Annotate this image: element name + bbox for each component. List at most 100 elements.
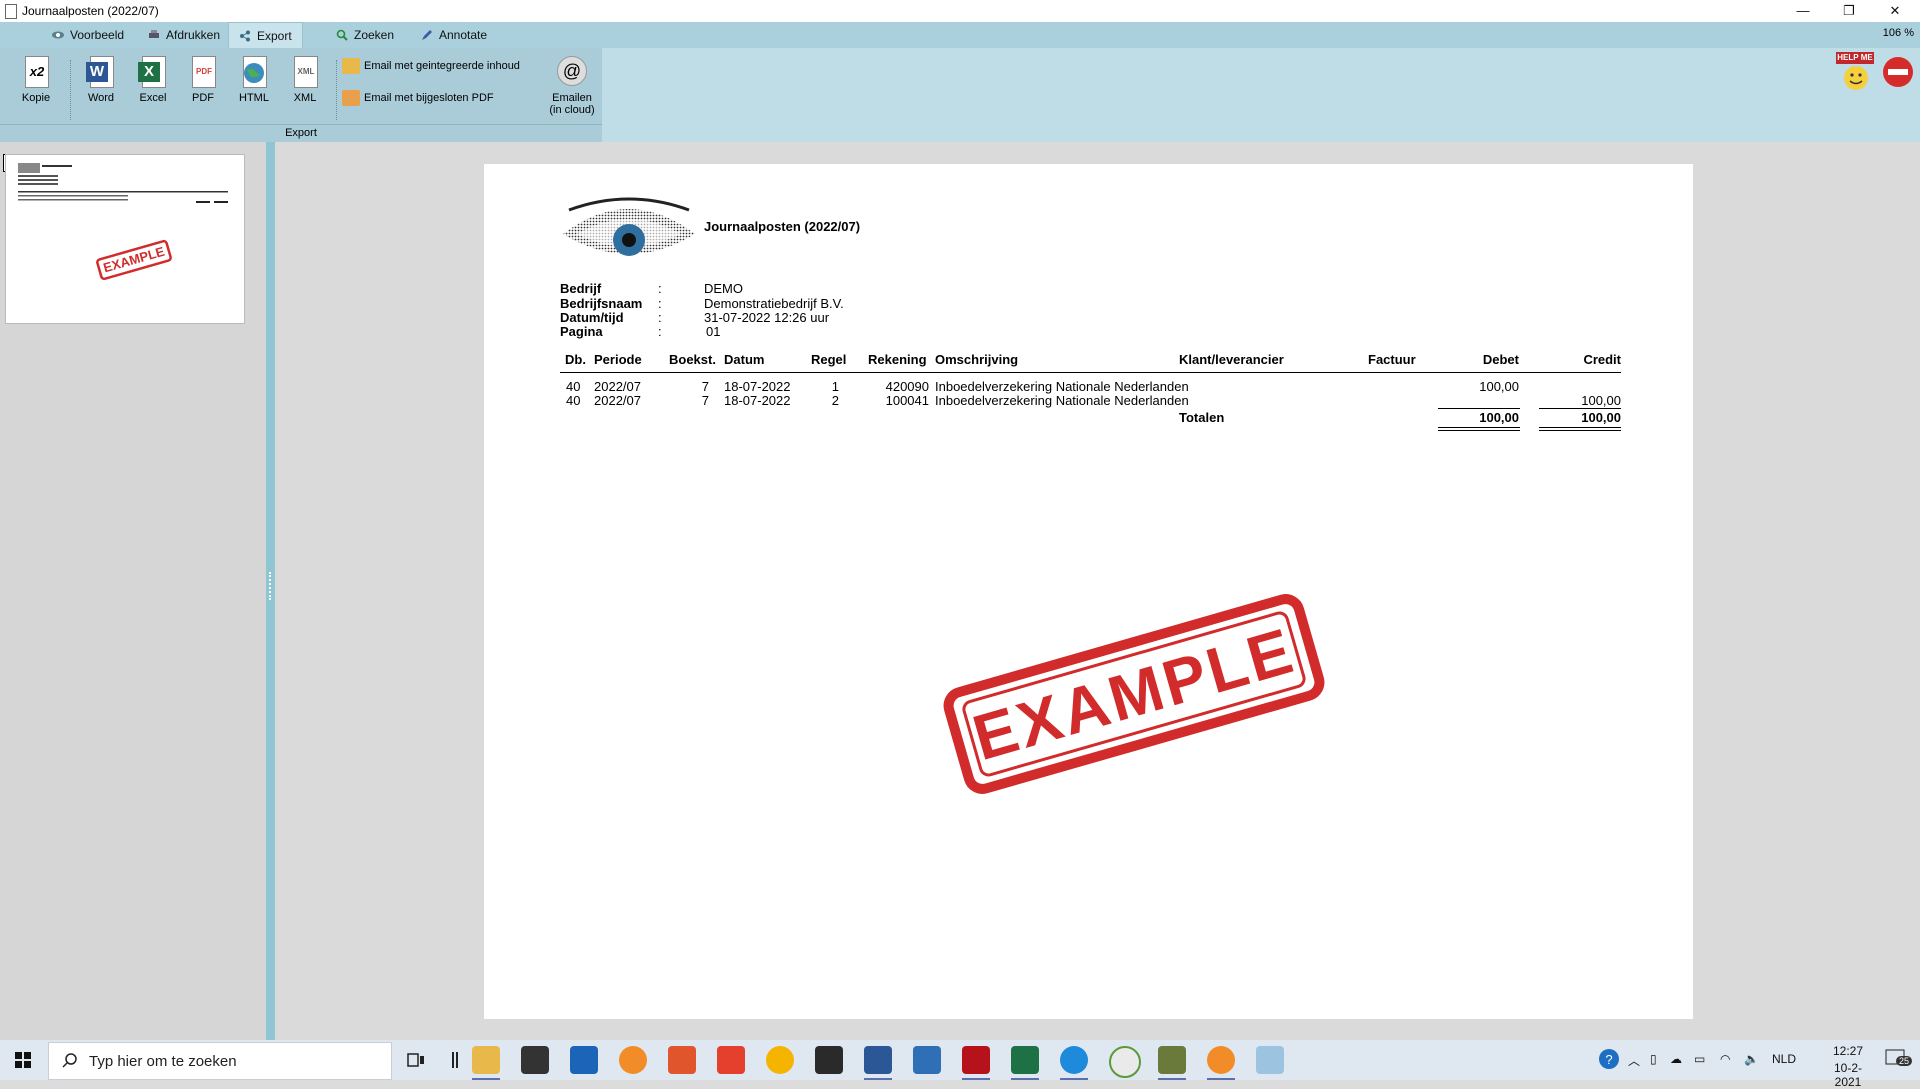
tab-label: Voorbeeld	[70, 28, 125, 42]
app-icon-orange[interactable]	[619, 1046, 647, 1074]
pdf-export-button[interactable]: PDF PDF	[180, 56, 226, 104]
email-pdf-button[interactable]: Email met bijgesloten PDF	[342, 90, 494, 106]
report-page: Journaalposten (2022/07) Bedrijf : DEMO …	[484, 164, 1693, 1019]
document-icon	[5, 4, 17, 19]
app-icon-red[interactable]	[668, 1046, 696, 1074]
total-underline-debet	[1438, 427, 1520, 428]
info-value: 01	[706, 324, 721, 339]
app-icon-code[interactable]	[1109, 1046, 1141, 1078]
word-icon: W	[86, 56, 116, 88]
xml-export-button[interactable]: XML XML	[282, 56, 328, 104]
tab-label: Zoeken	[354, 28, 395, 42]
example-stamp: EXAMPLE	[943, 594, 1325, 794]
widgets-icon[interactable]	[440, 1046, 468, 1074]
total-rule-debet	[1438, 408, 1520, 409]
info-value: 31-07-2022 12:26 uur	[704, 310, 830, 325]
pdf-icon: PDF	[188, 56, 218, 88]
copy-button[interactable]: x2 Kopie	[13, 56, 59, 104]
svg-text:?: ?	[1605, 1052, 1612, 1067]
group-label: Export	[0, 124, 602, 143]
cell-datum: 18-07-2022	[724, 379, 791, 394]
email-cloud-button[interactable]: @ Emailen (in cloud)	[546, 56, 598, 116]
tab-voorbeeld[interactable]: Voorbeeld	[52, 22, 124, 48]
export-group: x2 Kopie W Word X Excel PDF PDF HTML XML…	[0, 48, 602, 142]
total-underline-debet-2	[1438, 430, 1520, 431]
chevron-up-icon[interactable]: ︿	[1628, 1052, 1640, 1069]
separator	[336, 60, 338, 120]
button-label: XML	[293, 92, 317, 104]
button-label: Email met geintegreerde inhoud	[364, 60, 520, 72]
filezilla-icon[interactable]	[962, 1046, 990, 1074]
app-icon-orange-2[interactable]	[1207, 1046, 1235, 1074]
app-icon-light[interactable]	[1256, 1046, 1284, 1074]
language-indicator[interactable]: NLD	[1772, 1052, 1796, 1066]
email-integrated-button[interactable]: Email met geintegreerde inhoud	[342, 58, 520, 74]
html-export-button[interactable]: HTML	[231, 56, 277, 104]
app-icon-blue[interactable]	[913, 1046, 941, 1074]
stop-button[interactable]	[1882, 56, 1920, 96]
info-separator: :	[658, 296, 662, 311]
zoom-level: 106 %	[1882, 27, 1914, 39]
cloud-icon[interactable]: ☁	[1670, 1052, 1682, 1066]
column-header: Klant/leverancier	[1179, 352, 1284, 367]
info-value: Demonstratiebedrijf B.V.	[704, 296, 844, 311]
taskbar-search[interactable]: Typ hier om te zoeken	[48, 1042, 392, 1080]
globe-icon	[239, 56, 269, 88]
stop-icon	[1883, 57, 1913, 87]
cell-db: 40	[566, 393, 581, 408]
clock[interactable]: 12:27 10-2-2021	[1822, 1044, 1874, 1089]
pane-splitter[interactable]	[266, 142, 275, 1040]
excel-export-button[interactable]: X Excel	[130, 56, 176, 104]
report-title: Journaalposten (2022/07)	[704, 219, 861, 234]
word-export-button[interactable]: W Word	[78, 56, 124, 104]
ribbon-panel: x2 Kopie W Word X Excel PDF PDF HTML XML…	[0, 48, 1920, 142]
store-icon[interactable]	[521, 1046, 549, 1074]
cell-credit: 100,00	[1581, 393, 1621, 408]
close-window-button[interactable]: ✕	[1872, 0, 1918, 22]
tab-label: Annotate	[439, 28, 488, 42]
edge-icon[interactable]	[1060, 1046, 1088, 1074]
file-explorer-icon[interactable]	[472, 1046, 500, 1074]
column-header: Boekst.	[669, 352, 716, 367]
tab-afdrukken[interactable]: Afdrukken	[148, 22, 220, 48]
thumbnail-preview: EXAMPLE	[18, 163, 228, 281]
totals-label: Totalen	[1179, 410, 1225, 425]
cell-omschrijving: Inboedelverzekering Nationale Nederlande…	[935, 393, 1189, 408]
button-label: Email met bijgesloten PDF	[364, 92, 494, 104]
wifi-icon[interactable]: ◠	[1720, 1052, 1730, 1066]
app-icon-green[interactable]	[1158, 1046, 1186, 1074]
excel-taskbar-icon[interactable]	[1011, 1046, 1039, 1074]
device-icon[interactable]: ▯	[1650, 1052, 1657, 1066]
button-label: Excel	[139, 92, 167, 104]
restore-button[interactable]: ❐	[1826, 0, 1872, 22]
page-thumbnail[interactable]: EXAMPLE	[5, 154, 245, 324]
taskbar: Typ hier om te zoeken ? ︿ ▯ ☁ ▭ ◠ 🔈 NLD …	[0, 1040, 1920, 1089]
cell-debet: 100,00	[1479, 379, 1519, 394]
cell-omschrijving: Inboedelverzekering Nationale Nederlande…	[935, 379, 1189, 394]
info-separator: :	[658, 324, 662, 339]
info-label: Bedrijfsnaam	[560, 296, 643, 311]
cell-periode: 2022/07	[594, 379, 641, 394]
notifications-button[interactable]: 25	[1884, 1048, 1913, 1075]
clock-date: 10-2-2021	[1833, 1061, 1862, 1089]
outlook-icon[interactable]	[570, 1046, 598, 1074]
app-icon-yellow[interactable]	[766, 1046, 794, 1074]
word-taskbar-icon[interactable]	[864, 1046, 892, 1074]
total-underline-credit	[1539, 427, 1621, 428]
zip-icon[interactable]	[815, 1046, 843, 1074]
tab-export[interactable]: Export	[228, 22, 303, 49]
help-tray-icon[interactable]: ?	[1598, 1048, 1620, 1073]
tab-annotate[interactable]: Annotate	[421, 22, 487, 48]
windows-icon	[15, 1052, 31, 1068]
battery-icon[interactable]: ▭	[1694, 1052, 1705, 1066]
office-icon[interactable]	[717, 1046, 745, 1074]
start-button[interactable]	[0, 1040, 46, 1080]
tab-zoeken[interactable]: Zoeken	[336, 22, 394, 48]
cell-datum: 18-07-2022	[724, 393, 791, 408]
eye-logo	[563, 197, 695, 256]
pen-icon	[422, 30, 432, 40]
task-view-icon[interactable]	[402, 1046, 430, 1074]
minimize-button[interactable]: —	[1780, 0, 1826, 22]
help-me-button[interactable]: HELP ME	[1836, 52, 1876, 92]
volume-icon[interactable]: 🔈	[1744, 1052, 1759, 1066]
